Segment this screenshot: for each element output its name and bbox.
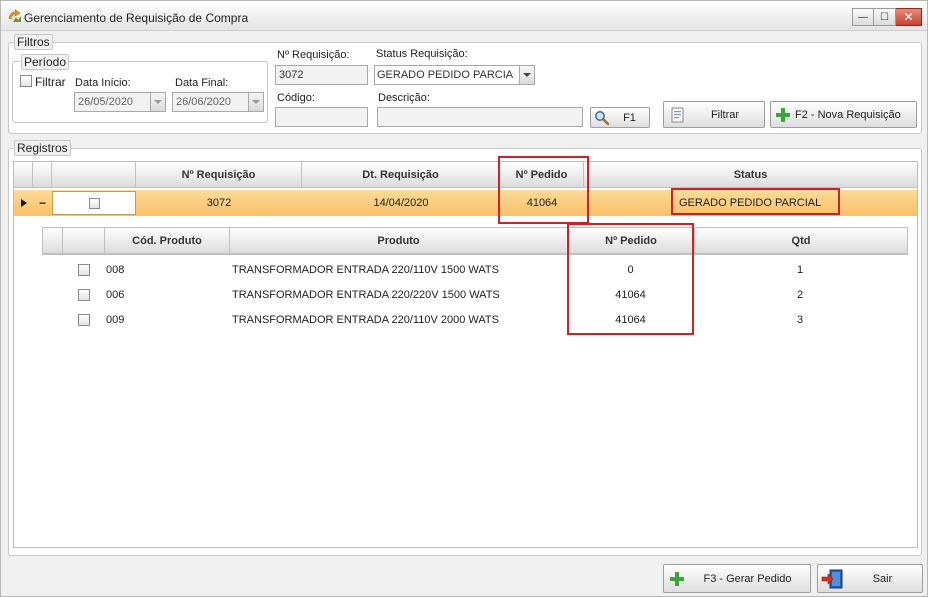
filter-button[interactable]: Filtrar [663, 101, 765, 128]
row-status: GERADO PEDIDO PARCIAL [679, 197, 822, 209]
col-header-order-number[interactable]: Nº Pedido [500, 162, 584, 188]
records-grid: Nº Requisição Dt. Requisição Nº Pedido S… [13, 161, 918, 548]
grid-expand-header [33, 162, 52, 188]
detail-row-code: 008 [106, 264, 125, 276]
row-select-cell[interactable] [52, 191, 136, 215]
detail-check-header[interactable] [63, 228, 105, 254]
col-header-req-date[interactable]: Dt. Requisição [302, 162, 500, 188]
end-date-picker[interactable]: 26/06/2020 [172, 92, 264, 112]
start-date-picker[interactable]: 26/05/2020 [74, 92, 166, 112]
status-dropdown-icon[interactable] [519, 66, 534, 84]
detail-row-product: TRANSFORMADOR ENTRADA 220/220V 1500 WATS [232, 289, 500, 301]
start-date-value: 26/05/2020 [78, 96, 134, 108]
filter-icon [671, 107, 684, 122]
start-date-label: Data Início: [75, 77, 131, 89]
status-select[interactable]: GERADO PEDIDO PARCIA [374, 65, 535, 85]
detail-col-header-code[interactable]: Cód. Produto [105, 228, 230, 254]
detail-row-product: TRANSFORMADOR ENTRADA 220/110V 2000 WATS [232, 314, 499, 326]
detail-row-order: 41064 [615, 289, 646, 301]
col-header-status[interactable]: Status [584, 162, 917, 188]
generate-order-label: F3 - Gerar Pedido [703, 572, 792, 585]
detail-row-qty: 3 [796, 314, 804, 326]
row-pointer-icon [18, 190, 30, 216]
col-header-req-number[interactable]: Nº Requisição [136, 162, 302, 188]
detail-row-order: 41064 [615, 314, 646, 326]
detail-row-product: TRANSFORMADOR ENTRADA 220/110V 1500 WATS [232, 264, 499, 276]
period-filter-label: Filtrar [35, 75, 66, 89]
detail-row-checkbox[interactable] [78, 264, 90, 276]
detail-col-header-product[interactable]: Produto [230, 228, 568, 254]
description-input[interactable] [377, 107, 583, 127]
code-input[interactable] [275, 107, 368, 127]
plus-icon [670, 571, 684, 586]
detail-col-header-qty[interactable]: Qtd [695, 228, 907, 254]
end-date-value: 26/06/2020 [176, 96, 232, 108]
close-button[interactable]: ✕ [896, 8, 922, 26]
req-number-label: Nº Requisição: [277, 49, 350, 61]
detail-row-order: 0 [627, 264, 634, 276]
search-f1-button[interactable]: F1 [590, 107, 650, 128]
grid-check-header[interactable] [52, 162, 136, 188]
detail-indicator-header [43, 228, 63, 254]
minimize-button[interactable]: — [852, 8, 874, 26]
detail-row-code: 006 [106, 289, 125, 301]
exit-button[interactable]: Sair [817, 564, 923, 593]
row-req-number: 3072 [206, 197, 232, 209]
magnifier-icon [595, 110, 610, 125]
description-label: Descrição: [378, 92, 430, 104]
filter-button-label: Filtrar [710, 108, 740, 121]
new-requisition-button[interactable]: F2 - Nova Requisição [770, 101, 917, 128]
window-title: Gerenciamento de Requisição de Compra [24, 11, 249, 25]
window-controls: — ☐ ✕ [852, 8, 922, 26]
app-icon [8, 9, 21, 22]
search-f1-label: F1 [623, 111, 636, 124]
period-legend: Período [21, 54, 70, 70]
maximize-button[interactable]: ☐ [874, 8, 896, 26]
row-checkbox[interactable] [88, 197, 100, 209]
status-select-value: GERADO PEDIDO PARCIA [377, 69, 514, 81]
detail-row-code: 009 [106, 314, 125, 326]
start-date-dropdown-icon[interactable] [150, 93, 165, 111]
req-number-input[interactable]: 3072 [275, 65, 368, 85]
row-collapse-toggle[interactable]: − [33, 190, 52, 216]
records-legend: Registros [14, 140, 71, 156]
detail-col-header-order[interactable]: Nº Pedido [568, 228, 695, 254]
end-date-label: Data Final: [175, 77, 229, 89]
row-req-date: 14/04/2020 [373, 197, 429, 209]
grid-indicator-header [14, 162, 33, 188]
status-label: Status Requisição: [376, 48, 468, 60]
detail-row-qty: 2 [796, 289, 804, 301]
code-label: Código: [277, 92, 315, 104]
period-filter-checkbox[interactable] [20, 75, 32, 87]
exit-door-icon [821, 569, 843, 588]
detail-row-checkbox[interactable] [78, 314, 90, 326]
detail-row-qty: 1 [796, 264, 804, 276]
detail-row-checkbox[interactable] [78, 289, 90, 301]
title-bar[interactable]: Gerenciamento de Requisição de Compra — … [1, 1, 927, 31]
plus-icon [776, 107, 790, 122]
detail-grid-header: Cód. Produto Produto Nº Pedido Qtd [42, 227, 908, 255]
row-order-number: 41064 [526, 197, 558, 209]
end-date-dropdown-icon[interactable] [248, 93, 263, 111]
generate-order-button[interactable]: F3 - Gerar Pedido [663, 564, 811, 593]
filters-legend: Filtros [14, 34, 53, 50]
new-requisition-label: F2 - Nova Requisição [795, 108, 901, 121]
exit-button-label: Sair [872, 572, 893, 585]
requisition-window: Gerenciamento de Requisição de Compra — … [0, 0, 928, 597]
